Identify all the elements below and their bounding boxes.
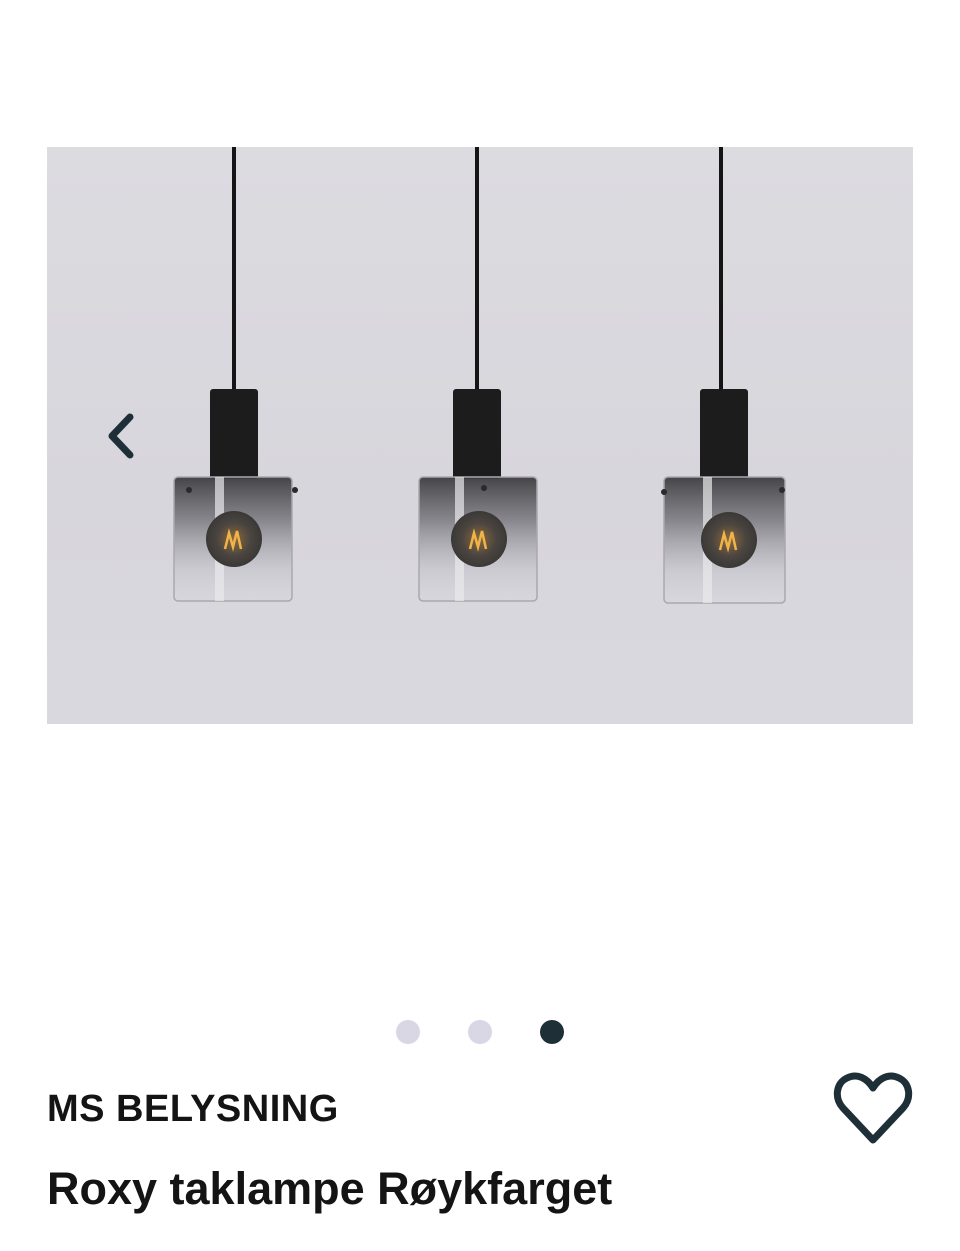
brand-name[interactable]: MS BELYSNING — [47, 1088, 339, 1131]
slide-dot-1[interactable] — [396, 1020, 420, 1044]
slide-dot-3-active[interactable] — [540, 1020, 564, 1044]
previous-image-button[interactable] — [95, 408, 147, 464]
pendant-lamp-photo — [173, 147, 786, 604]
pendant-lamp-3 — [661, 147, 786, 604]
favorite-button[interactable] — [832, 1070, 914, 1148]
product-image[interactable] — [47, 147, 913, 724]
pendant-lamp-2 — [418, 147, 538, 602]
pendant-lamp-1 — [173, 147, 298, 602]
slide-indicator — [0, 1020, 960, 1044]
heart-outline-icon — [833, 1072, 913, 1144]
product-gallery — [0, 0, 960, 1044]
slide-dot-2[interactable] — [468, 1020, 492, 1044]
chevron-left-icon — [108, 413, 134, 459]
product-title: Roxy taklampe Røykfarget — [47, 1163, 613, 1214]
